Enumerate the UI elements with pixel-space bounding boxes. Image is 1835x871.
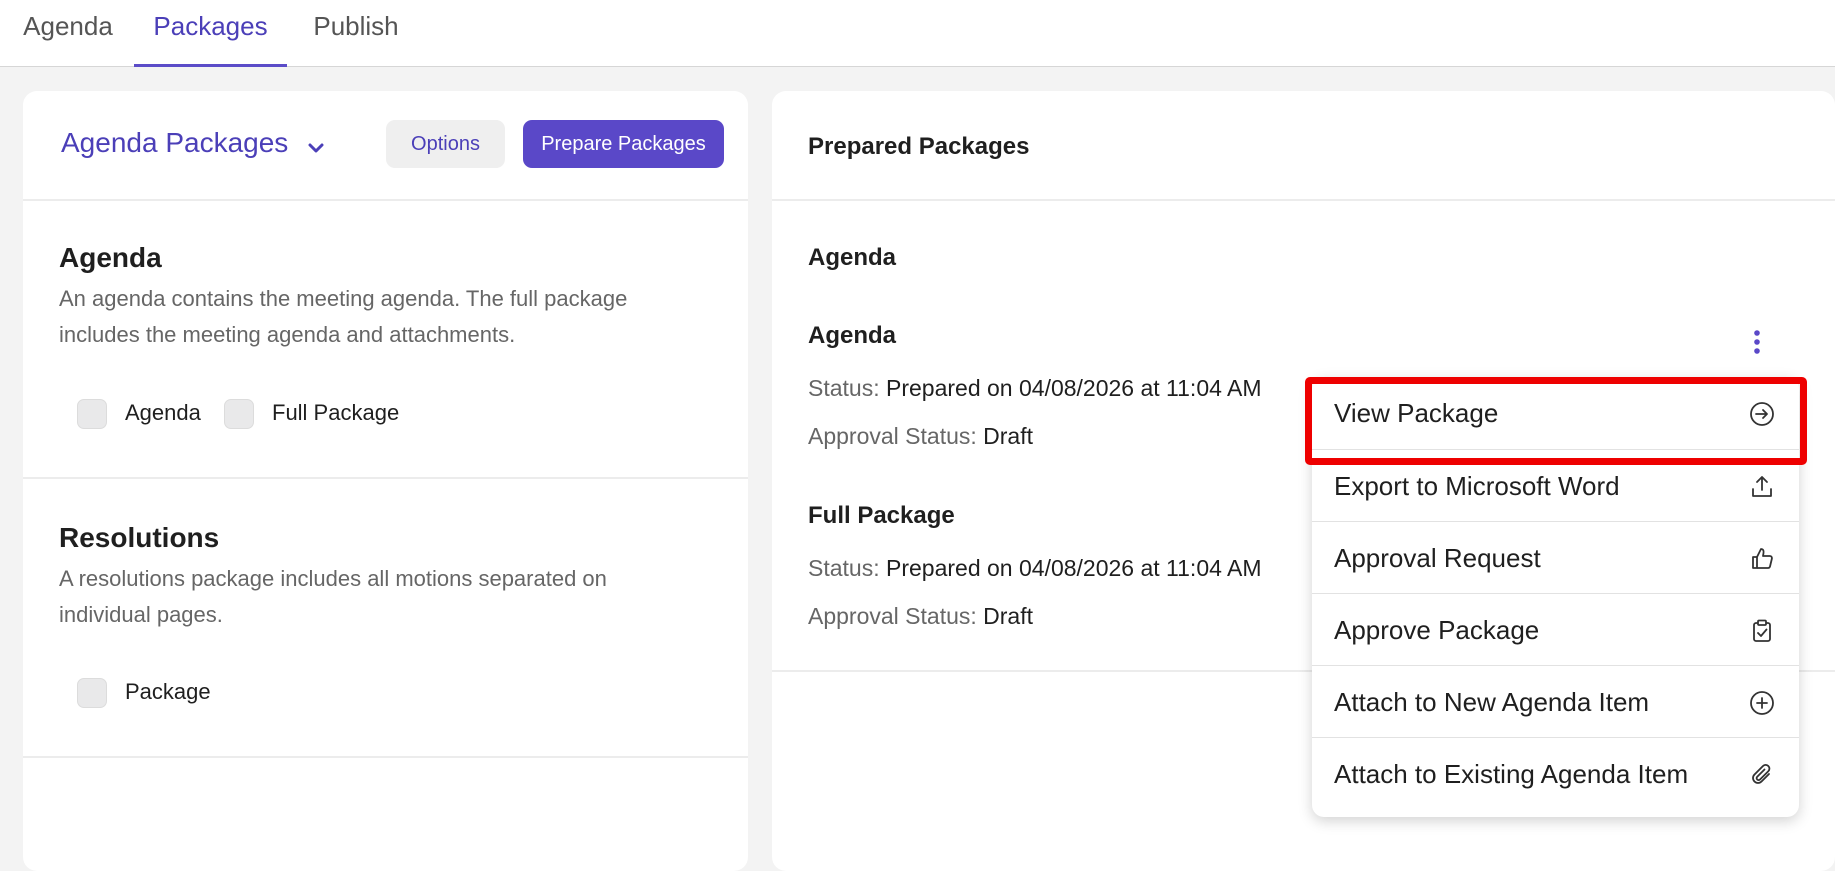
resolutions-package-checkbox[interactable]	[77, 678, 107, 708]
resolutions-package-checkbox-label[interactable]: Package	[125, 679, 211, 705]
section-description-resolutions: A resolutions package includes all motio…	[59, 566, 607, 627]
package-name: Full Package	[808, 502, 955, 529]
menu-item-export-to-word[interactable]: Export to Microsoft Word	[1312, 449, 1799, 521]
divider	[772, 199, 1835, 201]
chevron-down-icon	[308, 129, 324, 161]
menu-item-label: Export to Microsoft Word	[1334, 471, 1620, 501]
agenda-checkbox[interactable]	[77, 399, 107, 429]
tab-publish[interactable]: Publish	[306, 0, 406, 67]
export-icon	[1749, 474, 1775, 500]
paperclip-icon	[1749, 762, 1775, 788]
package-group-label: Agenda	[808, 244, 897, 271]
section-description-agenda: An agenda contains the meeting agenda. T…	[59, 286, 628, 347]
more-options-icon[interactable]	[1747, 328, 1767, 358]
full-package-checkbox-label[interactable]: Full Package	[272, 400, 399, 426]
section-title-agenda: Agenda	[59, 242, 162, 273]
status-label: Status:	[808, 555, 880, 581]
menu-item-approve-package[interactable]: Approve Package	[1312, 593, 1799, 665]
status-value: Prepared on 04/08/2026 at 11:04 AM	[886, 375, 1262, 401]
tab-packages[interactable]: Packages	[134, 0, 287, 67]
agenda-packages-dropdown-label: Agenda Packages	[61, 127, 289, 158]
package-status: Status: Prepared on 04/08/2026 at 11:04 …	[808, 555, 1262, 582]
plus-circle-icon	[1749, 690, 1775, 716]
tab-agenda[interactable]: Agenda	[20, 0, 116, 67]
clipboard-check-icon	[1749, 618, 1775, 644]
divider	[23, 477, 748, 479]
menu-item-label: View Package	[1334, 398, 1499, 428]
package-status: Status: Prepared on 04/08/2026 at 11:04 …	[808, 375, 1262, 402]
agenda-packages-panel: Agenda Packages Options Prepare Packages…	[23, 91, 748, 871]
divider	[23, 199, 748, 201]
approval-status-label: Approval Status:	[808, 423, 977, 449]
menu-item-label: Approve Package	[1334, 615, 1540, 645]
agenda-checkbox-label[interactable]: Agenda	[125, 400, 201, 426]
menu-item-attach-new-agenda-item[interactable]: Attach to New Agenda Item	[1312, 665, 1799, 737]
menu-item-label: Attach to Existing Agenda Item	[1334, 759, 1689, 789]
agenda-packages-dropdown[interactable]: Agenda Packages	[61, 127, 324, 161]
approval-status-value: Draft	[983, 603, 1033, 629]
approval-status-label: Approval Status:	[808, 603, 977, 629]
prepared-packages-title: Prepared Packages	[808, 133, 1030, 160]
arrow-circle-right-icon	[1749, 401, 1775, 427]
menu-item-attach-existing-agenda-item[interactable]: Attach to Existing Agenda Item	[1312, 737, 1799, 809]
package-approval-status: Approval Status: Draft	[808, 603, 1033, 630]
options-button[interactable]: Options	[386, 120, 505, 168]
menu-item-label: Attach to New Agenda Item	[1334, 687, 1650, 717]
menu-item-view-package[interactable]: View Package	[1312, 377, 1799, 449]
section-title-resolutions: Resolutions	[59, 522, 220, 553]
full-package-checkbox[interactable]	[224, 399, 254, 429]
top-tab-bar: Agenda Packages Publish	[0, 0, 1835, 67]
divider	[23, 756, 748, 758]
menu-item-label: Approval Request	[1334, 543, 1541, 573]
package-name: Agenda	[808, 322, 897, 349]
thumbs-up-icon	[1749, 546, 1775, 572]
package-actions-menu: View Package Export to Microsoft Word Ap…	[1312, 377, 1799, 817]
prepare-packages-button[interactable]: Prepare Packages	[523, 120, 724, 168]
package-approval-status: Approval Status: Draft	[808, 423, 1033, 450]
status-label: Status:	[808, 375, 880, 401]
status-value: Prepared on 04/08/2026 at 11:04 AM	[886, 555, 1262, 581]
menu-item-approval-request[interactable]: Approval Request	[1312, 521, 1799, 593]
approval-status-value: Draft	[983, 423, 1033, 449]
